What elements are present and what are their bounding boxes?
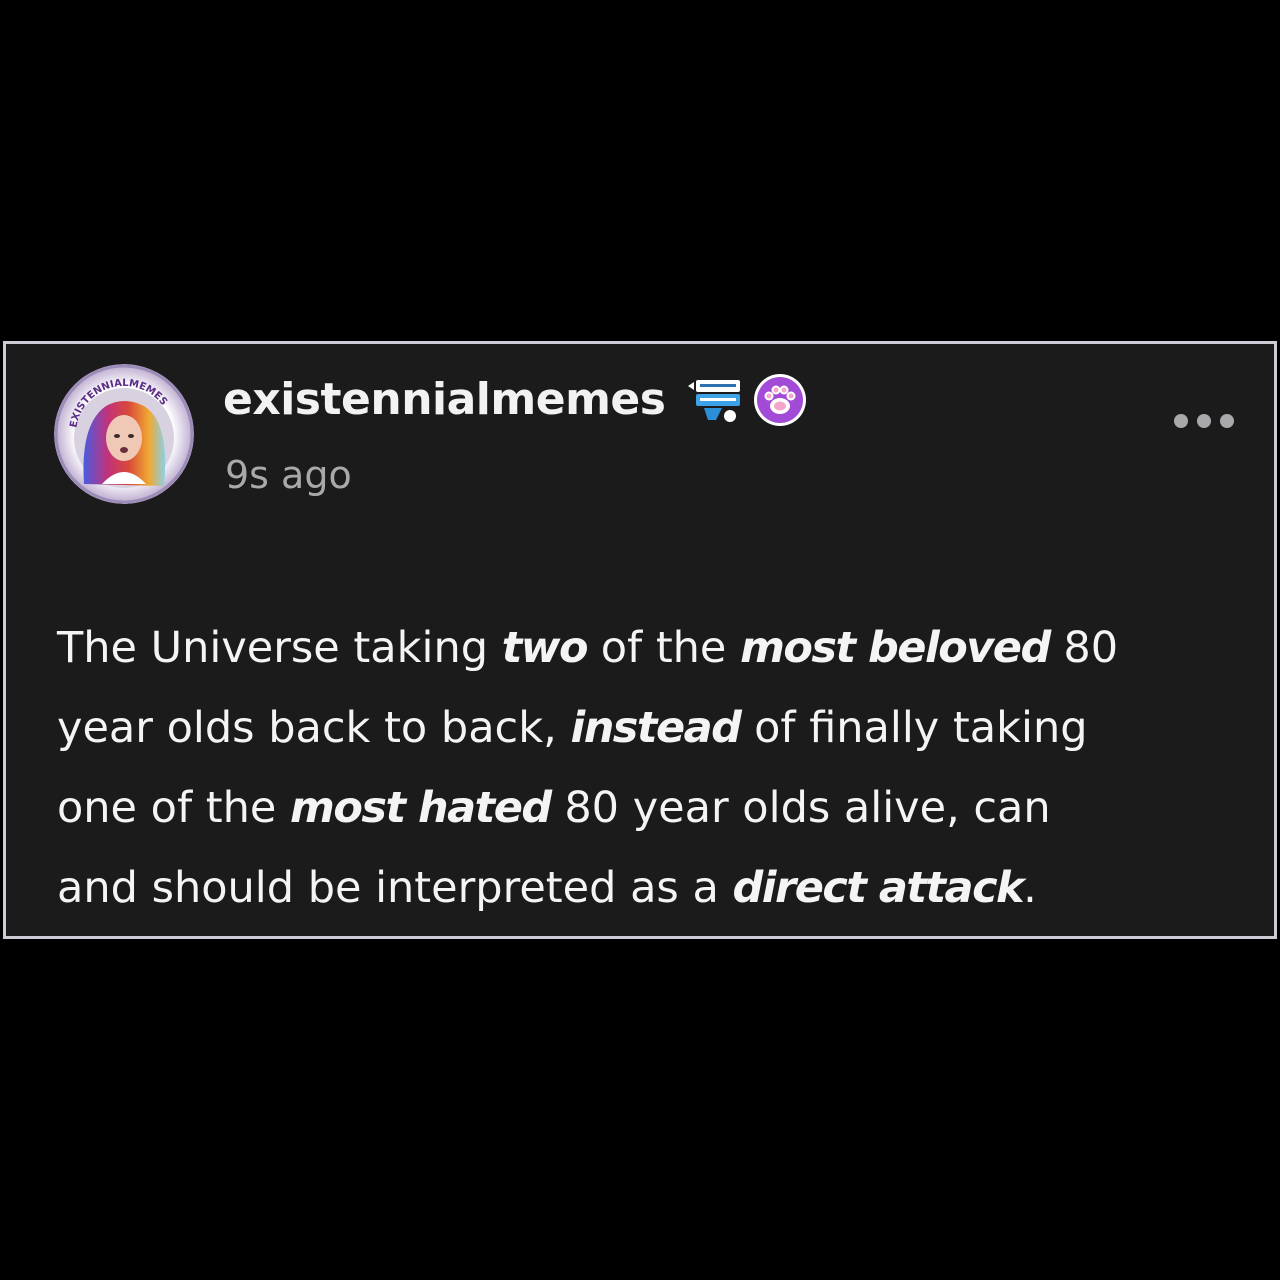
emphasized-text: most hated (290, 783, 552, 833)
more-dot-icon (1220, 414, 1234, 428)
emphasized-text: direct attack (732, 863, 1025, 913)
post-body-line: and should be interpreted as a direct at… (57, 848, 1247, 928)
more-options-button[interactable] (1174, 406, 1234, 436)
flag-badge-icon[interactable] (686, 376, 746, 426)
emphasized-text: instead (570, 703, 741, 753)
body-text: 80 year olds alive, can (550, 783, 1051, 833)
avatar[interactable]: EXISTENNIALMEMES (54, 364, 194, 504)
author-username[interactable]: existennialmemes (223, 370, 666, 430)
paw-badge-icon[interactable] (752, 372, 808, 428)
body-text: . (1023, 863, 1037, 913)
page: EXISTENNIALMEMES existennialmemes 9s ago… (0, 0, 1280, 1280)
post-body-line: year olds back to back, instead of final… (57, 688, 1247, 768)
more-dot-icon (1197, 414, 1211, 428)
body-text: of finally taking (740, 703, 1088, 753)
avatar-image: EXISTENNIALMEMES (54, 364, 194, 504)
post-card: EXISTENNIALMEMES existennialmemes 9s ago… (3, 341, 1277, 939)
body-text: one of the (57, 783, 291, 833)
post-body: The Universe taking two of the most belo… (57, 608, 1247, 928)
post-body-line: one of the most hated 80 year olds alive… (57, 768, 1247, 848)
body-text: 80 (1049, 623, 1119, 673)
body-text: The Universe taking (57, 623, 502, 673)
emphasized-text: most beloved (740, 623, 1051, 673)
more-dot-icon (1174, 414, 1188, 428)
body-text: year olds back to back, (57, 703, 571, 753)
body-text: of the (587, 623, 741, 673)
body-text: and should be interpreted as a (57, 863, 733, 913)
post-timestamp: 9s ago (225, 453, 352, 497)
emphasized-text: two (501, 623, 589, 673)
post-body-line: The Universe taking two of the most belo… (57, 608, 1247, 688)
